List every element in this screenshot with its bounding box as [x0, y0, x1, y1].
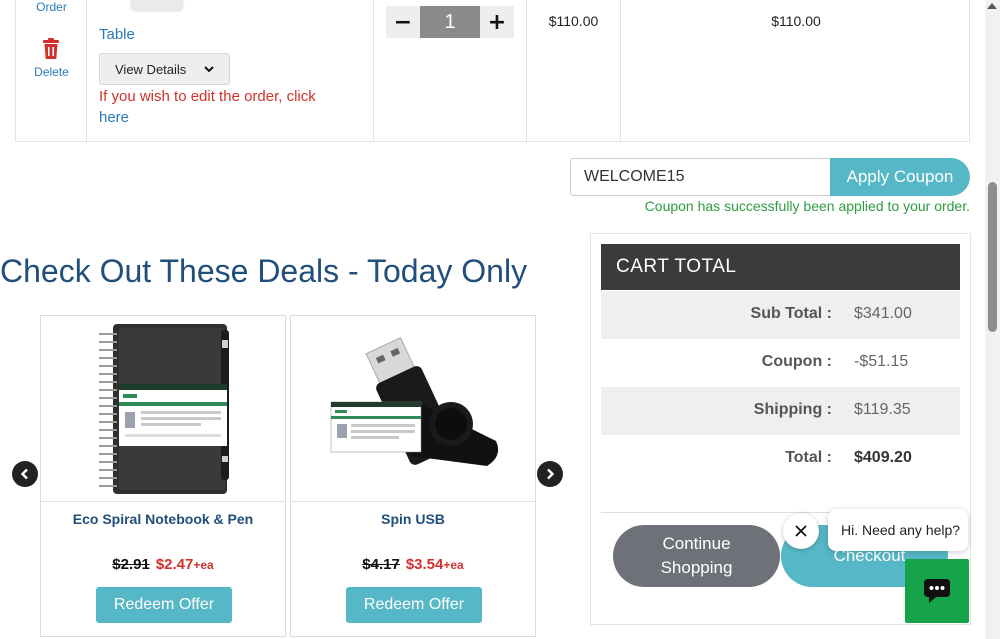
deal-image[interactable] — [41, 316, 285, 502]
coupon-row: Coupon : -$51.15 — [601, 339, 960, 387]
chevron-left-icon — [20, 468, 28, 480]
continue-shopping-label-line1: Continue — [662, 534, 731, 553]
deal-new-price: $2.47 — [155, 556, 194, 573]
quantity-stepper: − 1 + — [386, 6, 514, 38]
order-actions-cell: Order Delete — [16, 0, 87, 141]
chevron-down-icon — [204, 66, 214, 73]
quantity-value[interactable]: 1 — [420, 6, 480, 38]
coupon-value: -$51.15 — [854, 353, 909, 370]
increase-quantity-button[interactable]: + — [480, 6, 514, 38]
deal-image[interactable] — [291, 316, 535, 502]
edit-order-text: If you wish to edit the order, click — [99, 88, 316, 105]
view-details-dropdown[interactable]: View Details — [99, 53, 230, 85]
subtotal-row: Sub Total : $341.00 — [601, 291, 960, 339]
cart-total-title: CART TOTAL — [601, 244, 960, 290]
deal-new-price: $3.54 — [405, 556, 444, 573]
trash-icon[interactable] — [41, 38, 61, 60]
line-total: $110.00 — [771, 13, 821, 29]
usb-image — [330, 337, 499, 466]
deal-old-price: $2.91 — [112, 556, 150, 573]
deal-unit: +ea — [193, 558, 214, 572]
coupon-code-input[interactable]: WELCOME15 — [570, 158, 832, 196]
order-item-row: Order Delete Table View Details If you w… — [15, 0, 970, 142]
apply-coupon-button[interactable]: Apply Coupon — [830, 158, 970, 196]
subtotal-value: $341.00 — [854, 305, 912, 322]
scroll-up-arrow-icon[interactable] — [987, 3, 997, 9]
shipping-value: $119.35 — [854, 401, 911, 418]
deal-prices: $4.17 $3.54+ea — [291, 556, 535, 574]
continue-shopping-button[interactable]: Continue Shopping — [613, 525, 780, 587]
coupon-label: Coupon : — [761, 353, 832, 370]
shipping-row: Shipping : $119.35 — [601, 387, 960, 435]
deal-card[interactable]: Spin USB $4.17 $3.54+ea Redeem Offer — [290, 315, 536, 637]
subtotal-label: Sub Total : — [750, 305, 832, 322]
carousel-next-button[interactable] — [537, 461, 563, 487]
product-thumbnail — [131, 0, 183, 10]
deal-name[interactable]: Spin USB — [291, 511, 535, 527]
chat-launcher-button[interactable] — [905, 559, 969, 623]
order-link[interactable]: Order — [16, 0, 87, 14]
redeem-offer-button[interactable]: Redeem Offer — [96, 587, 232, 623]
deal-old-price: $4.17 — [362, 556, 400, 573]
total-value: $409.20 — [854, 449, 912, 466]
product-name-link[interactable]: Table — [99, 26, 135, 43]
deal-name[interactable]: Eco Spiral Notebook & Pen — [41, 511, 285, 527]
edit-order-note: If you wish to edit the order, click her… — [99, 86, 359, 128]
product-cell: Table View Details If you wish to edit t… — [87, 0, 374, 141]
chat-greeting-bubble[interactable]: Hi. Need any help? — [828, 509, 968, 551]
chat-icon — [924, 579, 950, 603]
delete-link[interactable]: Delete — [16, 65, 87, 79]
edit-order-link[interactable]: here — [99, 107, 359, 128]
deal-unit: +ea — [443, 558, 464, 572]
carousel-prev-button[interactable] — [12, 461, 38, 487]
deal-card[interactable]: Eco Spiral Notebook & Pen $2.91 $2.47+ea … — [40, 315, 286, 637]
notebook-image — [99, 324, 229, 494]
close-icon — [795, 525, 807, 537]
deal-prices: $2.91 $2.47+ea — [41, 556, 285, 574]
unit-price: $110.00 — [548, 13, 599, 29]
chevron-right-icon — [547, 468, 555, 480]
line-total-cell: $110.00 — [621, 0, 971, 141]
scrollbar-thumb[interactable] — [988, 182, 997, 332]
unit-price-cell: $110.00 — [527, 0, 621, 141]
shipping-label: Shipping : — [753, 401, 832, 418]
total-label: Total : — [785, 449, 832, 466]
view-details-label: View Details — [115, 61, 187, 77]
continue-shopping-label-line2: Shopping — [660, 558, 733, 577]
deals-heading: Check Out These Deals - Today Only — [0, 253, 528, 289]
coupon-success-message: Coupon has successfully been applied to … — [644, 198, 970, 214]
quantity-cell: − 1 + — [374, 0, 527, 141]
redeem-offer-button[interactable]: Redeem Offer — [346, 587, 482, 623]
chat-close-button[interactable] — [783, 513, 819, 549]
decrease-quantity-button[interactable]: − — [386, 6, 420, 38]
total-row: Total : $409.20 — [601, 435, 960, 483]
